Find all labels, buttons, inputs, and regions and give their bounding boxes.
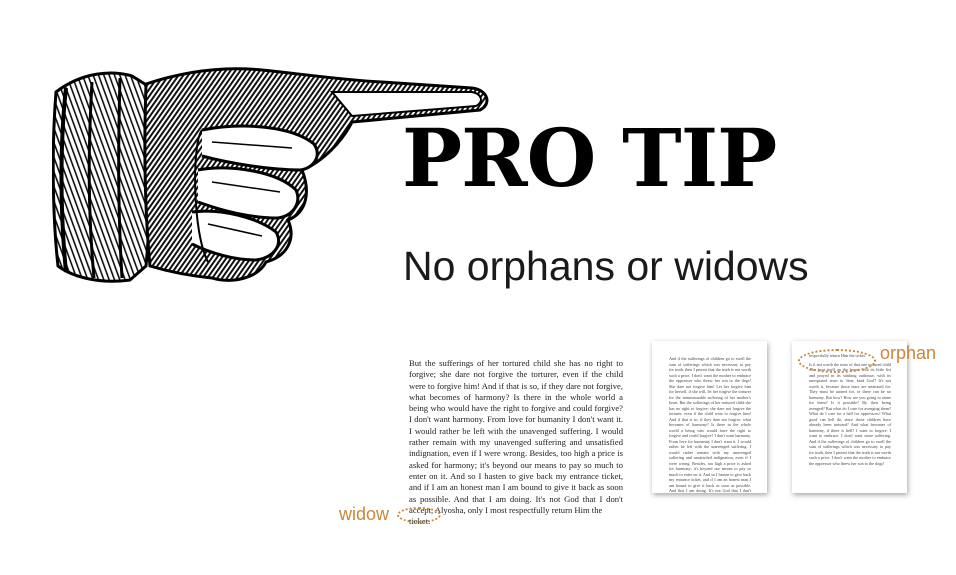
page-right-text: Is it not worth the tears of that one to… bbox=[809, 361, 891, 466]
page-thumbnail-left: And if the sufferings of children go to … bbox=[652, 341, 767, 493]
page-right-content: respectfully return Him the ticket. Is i… bbox=[809, 353, 891, 466]
widow-highlight-ring bbox=[397, 507, 441, 523]
orphan-highlight-ring bbox=[798, 349, 876, 373]
passage-body: But the sufferings of her tortured child… bbox=[409, 358, 623, 515]
sample-passage: But the sufferings of her tortured child… bbox=[409, 358, 623, 527]
widow-line: ticket. bbox=[409, 516, 431, 527]
page-left-text: And if the sufferings of children go to … bbox=[669, 356, 751, 493]
widow-label: widow bbox=[339, 504, 390, 524]
page-title: PRO TIP bbox=[402, 111, 777, 205]
orphan-label: orphan bbox=[880, 343, 937, 363]
page-subtitle: No orphans or widows bbox=[403, 243, 809, 289]
